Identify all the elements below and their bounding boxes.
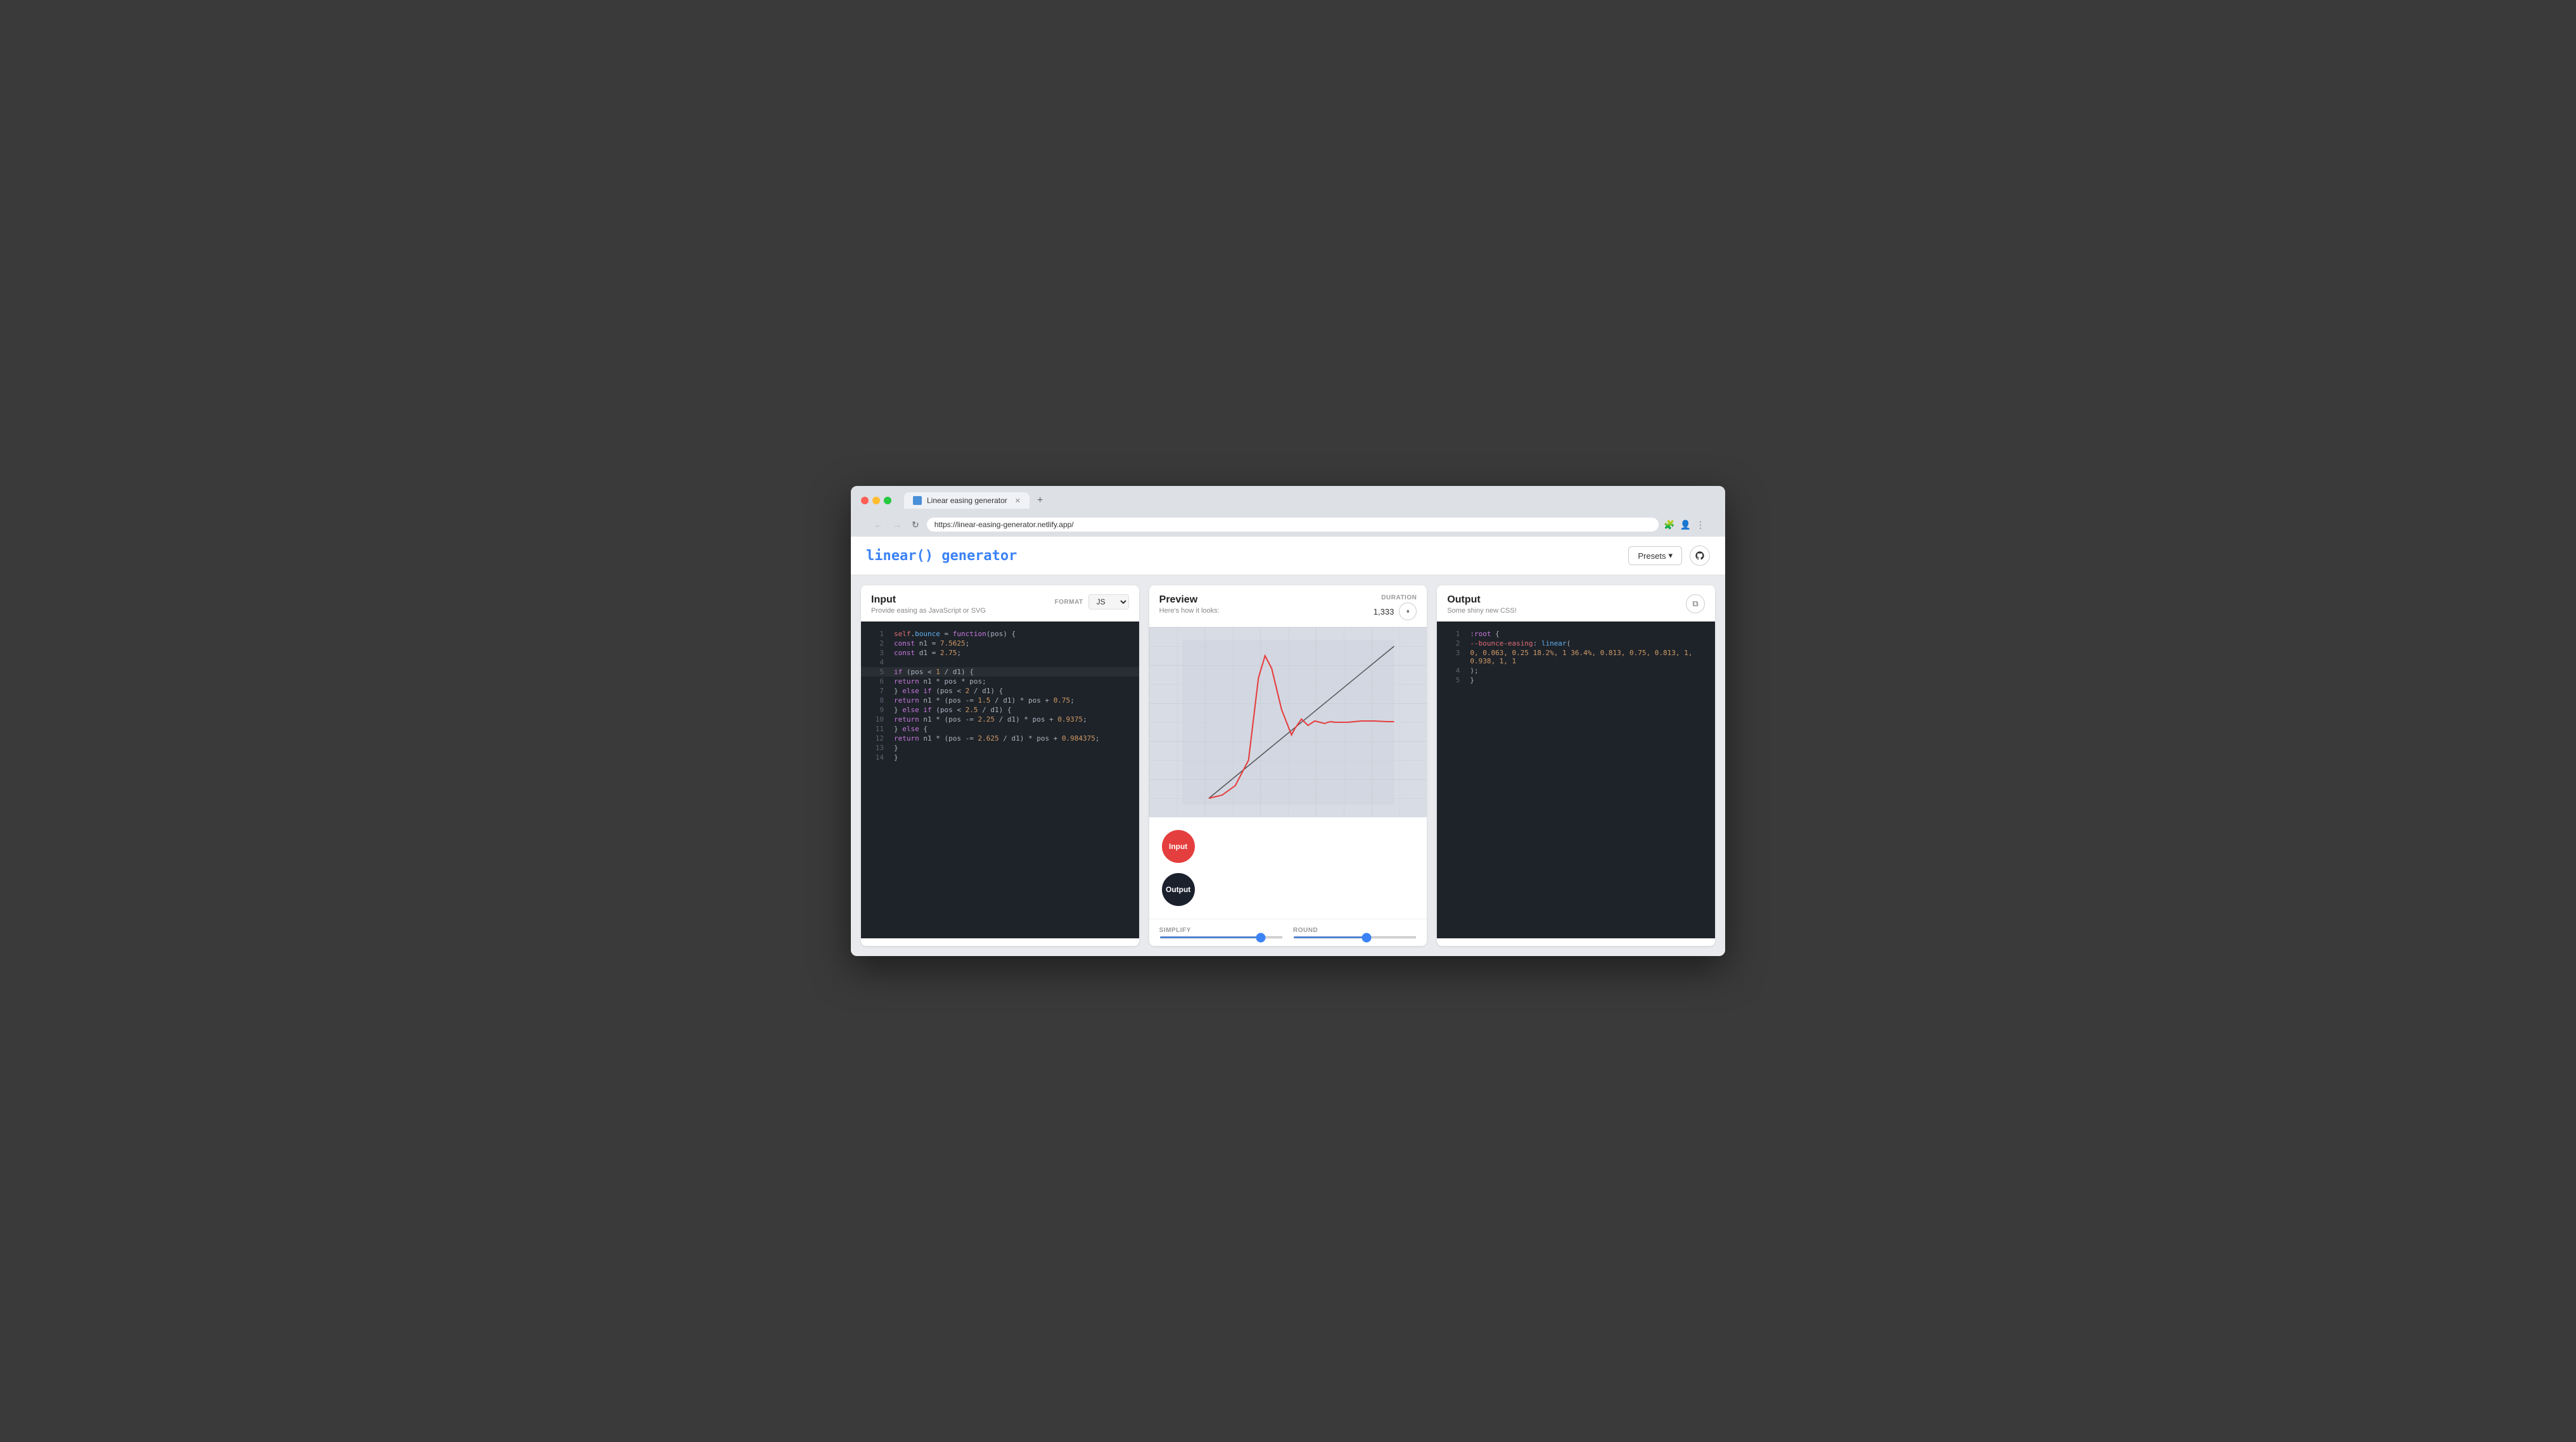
browser-window: Linear easing generator ✕ + ← → ↻ 🧩 👤 ⋮ … (851, 486, 1725, 956)
code-line: 5 } (1437, 675, 1715, 685)
output-panel-subtitle: Some shiny new CSS! (1447, 607, 1516, 615)
code-line: 2 --bounce-easing: linear( (1437, 639, 1715, 648)
duration-control: DURATION 1,333 ⏸ (1374, 594, 1417, 620)
input-ball: Input (1162, 830, 1195, 863)
duration-value: 1,333 (1374, 607, 1394, 616)
code-line: 3 0, 0.063, 0.25 18.2%, 1 36.4%, 0.813, … (1437, 648, 1715, 666)
round-group: ROUND (1293, 927, 1417, 938)
copy-icon: ⧉ (1692, 599, 1698, 609)
github-button[interactable] (1690, 546, 1710, 566)
format-select[interactable]: JS SVG (1088, 594, 1129, 609)
forward-button[interactable]: → (890, 518, 904, 531)
maximize-button[interactable] (884, 497, 891, 504)
new-tab-button[interactable]: + (1032, 492, 1048, 509)
tab-bar: Linear easing generator ✕ + (904, 492, 1715, 509)
page: linear() generator Presets ▾ Inp (851, 537, 1725, 956)
duration-label: DURATION (1381, 594, 1417, 601)
code-line: 10 return n1 * (pos -= 2.25 / d1) * pos … (861, 715, 1139, 724)
simplify-slider[interactable] (1159, 936, 1283, 938)
app-logo: linear() generator (866, 548, 1017, 564)
menu-button[interactable]: ⋮ (1696, 520, 1705, 530)
output-panel-header: Output Some shiny new CSS! ⧉ (1437, 585, 1715, 622)
profile-button[interactable]: 👤 (1680, 520, 1691, 530)
code-line: 1 self.bounce = function(pos) { (861, 629, 1139, 639)
preview-panel: Preview Here's how it looks: DURATION 1,… (1149, 585, 1427, 946)
code-line: 12 return n1 * (pos -= 2.625 / d1) * pos… (861, 734, 1139, 743)
address-input[interactable] (927, 518, 1659, 532)
extensions-button[interactable]: 🧩 (1664, 520, 1674, 530)
tab-favicon (913, 496, 922, 505)
input-ball-label: Input (1169, 842, 1187, 851)
refresh-button[interactable]: ↻ (909, 518, 922, 532)
preview-panel-title: Preview (1159, 594, 1220, 606)
github-icon (1695, 551, 1705, 561)
pause-icon: ⏸ (1406, 608, 1410, 615)
header-actions: Presets ▾ (1628, 546, 1710, 566)
code-line: 2 const n1 = 7.5625; (861, 639, 1139, 648)
simplify-group: SIMPLIFY (1159, 927, 1283, 938)
code-line: 4 ); (1437, 666, 1715, 675)
format-label: FORMAT (1055, 599, 1083, 606)
minimize-button[interactable] (872, 497, 880, 504)
code-line: 7 } else if (pos < 2 / d1) { (861, 686, 1139, 696)
code-line: 5 if (pos < 1 / d1) { (861, 667, 1139, 677)
input-panel-header: Input Provide easing as JavaScript or SV… (861, 585, 1139, 622)
app-header: linear() generator Presets ▾ (851, 537, 1725, 575)
traffic-lights (861, 497, 891, 504)
tab-title: Linear easing generator (927, 496, 1007, 505)
code-line: 14 } (861, 753, 1139, 762)
code-line: 6 return n1 * pos * pos; (861, 677, 1139, 686)
code-line: 4 (861, 658, 1139, 667)
easing-graph (1149, 627, 1427, 817)
code-editor[interactable]: 1 self.bounce = function(pos) { 2 const … (861, 622, 1139, 938)
sliders-row: SIMPLIFY ROUND (1149, 919, 1427, 946)
input-panel-subtitle: Provide easing as JavaScript or SVG (871, 607, 986, 615)
presets-button[interactable]: Presets ▾ (1628, 546, 1682, 565)
output-panel: Output Some shiny new CSS! ⧉ 1 :root { 2… (1437, 585, 1715, 946)
output-ball: Output (1162, 873, 1195, 906)
preview-panel-header: Preview Here's how it looks: DURATION 1,… (1149, 585, 1427, 627)
copy-button[interactable]: ⧉ (1686, 594, 1705, 613)
back-button[interactable]: ← (871, 518, 885, 531)
main-content: Input Provide easing as JavaScript or SV… (851, 575, 1725, 956)
chevron-down-icon: ▾ (1668, 551, 1673, 561)
output-code[interactable]: 1 :root { 2 --bounce-easing: linear( 3 0… (1437, 622, 1715, 938)
title-bar: Linear easing generator ✕ + ← → ↻ 🧩 👤 ⋮ (851, 486, 1725, 537)
code-line: 13 } (861, 743, 1139, 753)
code-line: 9 } else if (pos < 2.5 / d1) { (861, 705, 1139, 715)
code-line: 8 return n1 * (pos -= 1.5 / d1) * pos + … (861, 696, 1139, 705)
output-panel-title: Output (1447, 594, 1516, 606)
output-ball-label: Output (1166, 885, 1190, 894)
tab-close-icon[interactable]: ✕ (1015, 497, 1021, 505)
code-line: 3 const d1 = 2.75; (861, 648, 1139, 658)
preview-panel-subtitle: Here's how it looks: (1159, 607, 1220, 615)
code-line: 11 } else { (861, 724, 1139, 734)
presets-label: Presets (1638, 551, 1666, 561)
close-button[interactable] (861, 497, 869, 504)
format-control: FORMAT JS SVG (1055, 594, 1129, 609)
input-panel-title: Input (871, 594, 986, 606)
graph-area (1149, 627, 1427, 817)
browser-tab[interactable]: Linear easing generator ✕ (904, 492, 1030, 509)
code-line: 1 :root { (1437, 629, 1715, 639)
play-pause-button[interactable]: ⏸ (1399, 603, 1417, 620)
input-panel: Input Provide easing as JavaScript or SV… (861, 585, 1139, 946)
round-slider[interactable] (1293, 936, 1417, 938)
address-bar: ← → ↻ 🧩 👤 ⋮ (861, 514, 1715, 537)
animation-preview: Input Output (1149, 817, 1427, 919)
